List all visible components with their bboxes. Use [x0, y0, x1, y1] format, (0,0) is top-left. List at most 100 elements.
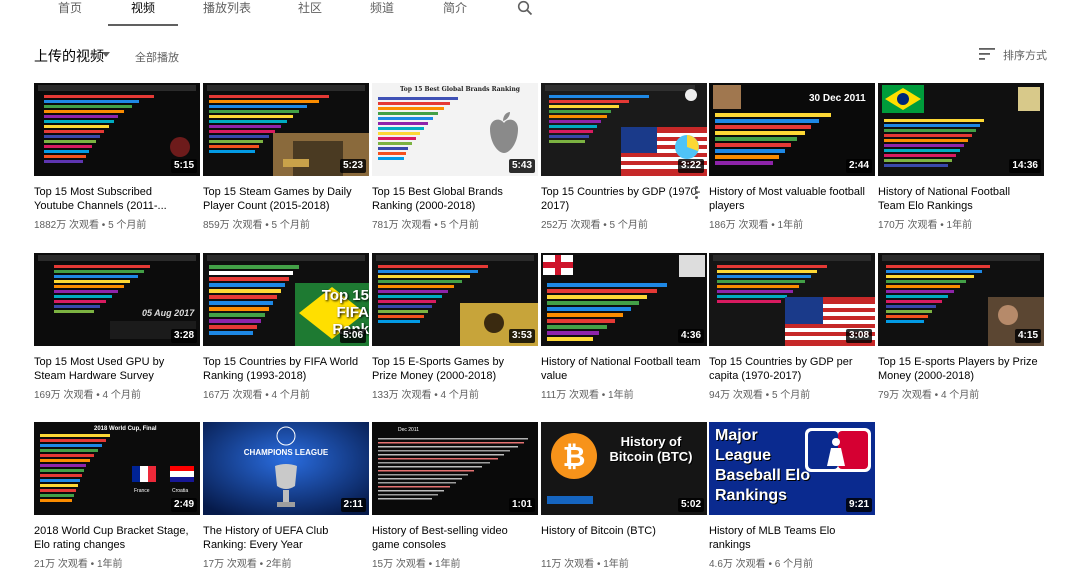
meta-separator: • [87, 559, 97, 570]
video-title[interactable]: History of National Football Team Elo Ra… [878, 185, 1038, 213]
video-title[interactable]: Top 15 Steam Games by Daily Player Count… [203, 185, 363, 213]
thumb-header: 2018 World Cup, Final [94, 426, 157, 432]
upload-age: 1年前 [434, 559, 461, 570]
video-meta: 781万 次观看 • 5 个月前 [372, 219, 538, 232]
video-card[interactable]: Dec 2011 1:01 History of Best-selling vi… [372, 422, 538, 582]
video-duration: 5:15 [170, 159, 197, 173]
video-card[interactable]: 2018 World Cup, Final France Croatia 2:4… [34, 422, 200, 582]
video-card[interactable]: 3:08 Top 15 Countries by GDP per capita … [709, 253, 875, 413]
upload-age: 5 个月前 [440, 220, 479, 231]
tab-videos[interactable]: 视频 [108, 0, 178, 26]
video-title[interactable]: Top 15 E-Sports Games by Prize Money (20… [372, 355, 532, 383]
video-card[interactable]: Major League Baseball Elo Rankings 9:21 … [709, 422, 875, 582]
thumb-logo: CHAMPIONS LEAGUE [244, 448, 329, 457]
meta-separator: • [431, 220, 441, 231]
tab-about[interactable]: 简介 [430, 0, 480, 26]
video-thumbnail[interactable]: Dec 2011 1:01 [372, 422, 538, 515]
video-card[interactable]: 3:22 Top 15 Countries by GDP (1970-2017)… [541, 83, 707, 243]
video-title[interactable]: History of Bitcoin (BTC) [541, 524, 701, 538]
tab-channels[interactable]: 频道 [357, 0, 407, 26]
view-count: 252万 次观看 [541, 220, 601, 231]
video-thumbnail[interactable]: 4:15 [878, 253, 1044, 346]
meta-separator: • [937, 220, 947, 231]
thumb-header: Top 15 Best Global Brands Ranking [400, 86, 521, 93]
search-icon[interactable] [517, 0, 533, 16]
meta-separator: • [262, 390, 272, 401]
video-title[interactable]: History of Most valuable football player… [709, 185, 869, 213]
video-card[interactable]: CHAMPIONS LEAGUE 2:11 The History of UEF… [203, 422, 369, 582]
sort-button[interactable]: 排序方式 [979, 46, 1059, 64]
video-meta: 4.6万 次观看 • 6 个月前 [709, 558, 875, 571]
video-title[interactable]: History of MLB Teams Elo rankings [709, 524, 869, 552]
video-thumbnail[interactable]: Top 15 FIFA Rank 5:06 [203, 253, 369, 346]
video-thumbnail[interactable]: Top 15 Best Global Brands Ranking 5:43 [372, 83, 538, 176]
video-duration: 3:28 [170, 329, 197, 343]
video-thumbnail[interactable]: 5:15 [34, 83, 200, 176]
chevron-down-icon[interactable] [102, 52, 110, 57]
view-count: 11万 次观看 [541, 559, 595, 570]
view-count: 167万 次观看 [203, 390, 263, 401]
video-card[interactable]: 14:36 History of National Football Team … [878, 83, 1044, 243]
video-card[interactable]: Top 15 FIFA Rank 5:06 Top 15 Countries b… [203, 253, 369, 413]
tab-playlists[interactable]: 播放列表 [192, 0, 262, 26]
video-duration: 3:22 [677, 159, 704, 173]
view-count: 94万 次观看 [709, 390, 763, 401]
meta-separator: • [765, 559, 775, 570]
video-thumbnail[interactable]: 4:36 [541, 253, 707, 346]
video-title[interactable]: 2018 World Cup Bracket Stage, Elo rating… [34, 524, 194, 552]
video-title[interactable]: Top 15 Most Used GPU by Steam Hardware S… [34, 355, 194, 383]
video-card[interactable]: Top 15 Best Global Brands Ranking 5:43 T… [372, 83, 538, 243]
video-thumbnail[interactable]: ₿ History of Bitcoin (BTC) 5:02 [541, 422, 707, 515]
sort-icon [979, 48, 995, 60]
meta-separator: • [600, 220, 610, 231]
video-duration: 1:01 [508, 498, 535, 512]
video-card[interactable]: 5:23 Top 15 Steam Games by Daily Player … [203, 83, 369, 243]
video-thumbnail[interactable]: 3:22 [541, 83, 707, 176]
more-options-icon[interactable] [694, 186, 700, 200]
video-thumbnail[interactable]: 5:23 [203, 83, 369, 176]
video-title[interactable]: Top 15 Countries by GDP (1970-2017) [541, 185, 701, 213]
upload-age: 5 个月前 [108, 220, 147, 231]
video-title[interactable]: History of Best-selling video game conso… [372, 524, 532, 552]
tab-community[interactable]: 社区 [285, 0, 335, 26]
video-title[interactable]: Top 15 Countries by GDP per capita (1970… [709, 355, 869, 383]
video-card[interactable]: 30 Dec 2011 2:44 History of Most valuabl… [709, 83, 875, 243]
video-thumbnail[interactable]: 30 Dec 2011 2:44 [709, 83, 875, 176]
video-card[interactable]: 3:53 Top 15 E-Sports Games by Prize Mone… [372, 253, 538, 413]
video-meta: 169万 次观看 • 4 个月前 [34, 389, 200, 402]
upload-age: 5 个月前 [771, 390, 811, 401]
video-thumbnail[interactable]: 14:36 [878, 83, 1044, 176]
uploads-title[interactable]: 上传的视频 [34, 46, 104, 66]
upload-age: 4 个月前 [271, 390, 310, 401]
video-title[interactable]: Top 15 Most Subscribed Youtube Channels … [34, 185, 194, 213]
video-card[interactable]: 5:15 Top 15 Most Subscribed Youtube Chan… [34, 83, 200, 243]
video-thumbnail[interactable]: 3:53 [372, 253, 538, 346]
tab-home[interactable]: 首页 [45, 0, 95, 26]
video-thumbnail[interactable]: Major League Baseball Elo Rankings 9:21 [709, 422, 875, 515]
video-card[interactable]: ₿ History of Bitcoin (BTC) 5:02 History … [541, 422, 707, 582]
upload-age: 6 个月前 [774, 559, 814, 570]
meta-separator: • [425, 559, 435, 570]
video-card[interactable]: 05 Aug 2017 3:28 Top 15 Most Used GPU by… [34, 253, 200, 413]
video-title[interactable]: Top 15 Countries by FIFA World Ranking (… [203, 355, 363, 383]
meta-separator: • [262, 220, 272, 231]
video-thumbnail[interactable]: 2018 World Cup, Final France Croatia 2:4… [34, 422, 200, 515]
view-count: 169万 次观看 [34, 390, 94, 401]
video-title[interactable]: The History of UEFA Club Ranking: Every … [203, 524, 363, 552]
video-title[interactable]: Top 15 E-sports Players by Prize Money (… [878, 355, 1038, 383]
video-meta: 167万 次观看 • 4 个月前 [203, 389, 369, 402]
video-card[interactable]: 4:36 History of National Football team v… [541, 253, 707, 413]
video-thumbnail[interactable]: CHAMPIONS LEAGUE 2:11 [203, 422, 369, 515]
play-all-link[interactable]: 全部播放 [135, 49, 179, 65]
video-meta: 186万 次观看 • 1年前 [709, 219, 875, 232]
video-title[interactable]: Top 15 Best Global Brands Ranking (2000-… [372, 185, 532, 213]
video-title[interactable]: History of National Football team value [541, 355, 701, 383]
meta-separator: • [431, 390, 441, 401]
video-thumbnail[interactable]: 05 Aug 2017 3:28 [34, 253, 200, 346]
meta-separator: • [99, 220, 109, 231]
upload-age: 4 个月前 [440, 390, 479, 401]
upload-age: 1年前 [608, 390, 634, 401]
video-card[interactable]: 4:15 Top 15 E-sports Players by Prize Mo… [878, 253, 1044, 413]
video-duration: 2:44 [845, 159, 872, 173]
video-thumbnail[interactable]: 3:08 [709, 253, 875, 346]
